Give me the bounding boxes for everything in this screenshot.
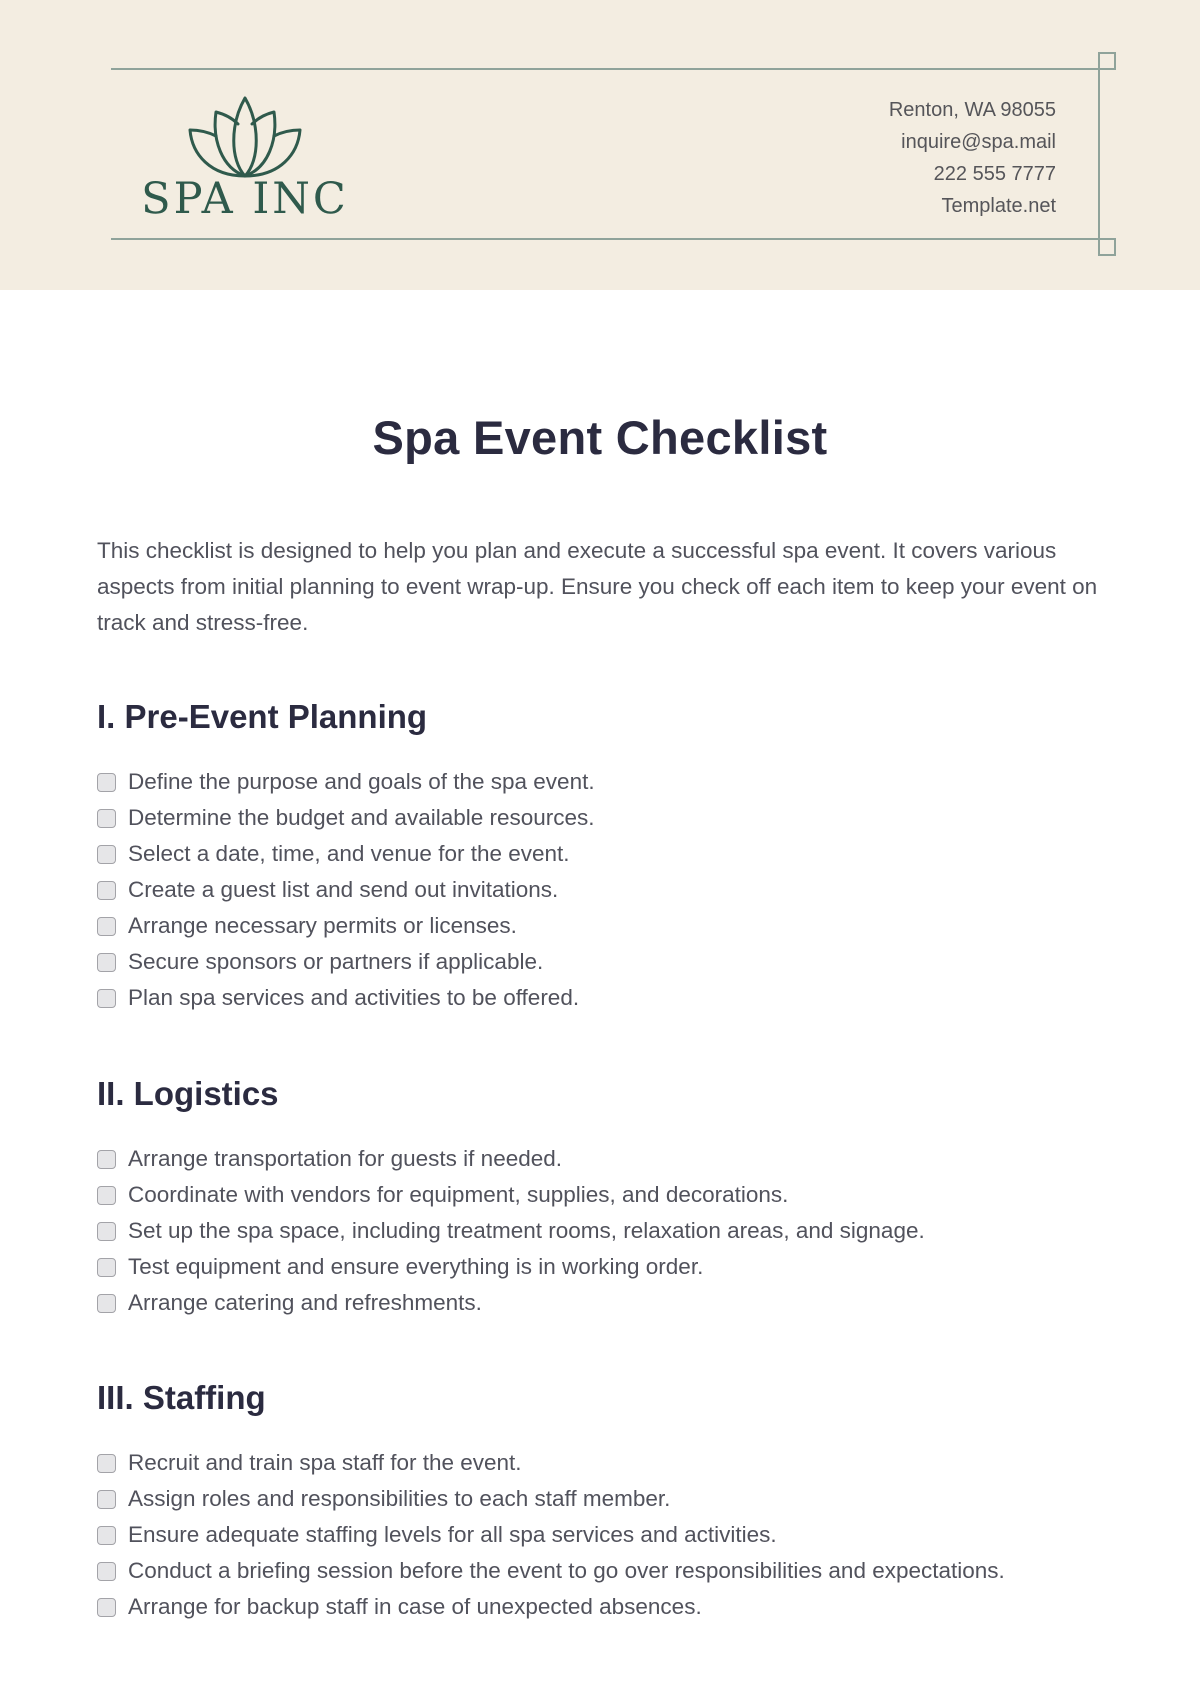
checkbox[interactable] [97,988,116,1008]
checklist: Arrange transportation for guests if nee… [97,1141,1103,1321]
section-logistics: II. Logistics Arrange transportation for… [97,1074,1103,1321]
checklist-item: Ensure adequate staffing levels for all … [97,1517,1103,1553]
checklist-item-label: Determine the budget and available resou… [128,805,595,830]
section-heading: III. Staffing [97,1379,266,1416]
checkbox[interactable] [97,1149,116,1169]
checklist-item: Arrange catering and refreshments. [97,1285,1103,1321]
corner-square-top [1098,52,1116,70]
company-logo: SPA INC [140,92,350,222]
checklist-item-label: Define the purpose and goals of the spa … [128,769,595,794]
checkbox[interactable] [97,1489,116,1509]
checklist: Define the purpose and goals of the spa … [97,764,1103,1016]
checklist-item-label: Arrange transportation for guests if nee… [128,1146,563,1171]
checkbox[interactable] [97,1453,116,1473]
checklist-item-label: Create a guest list and send out invitat… [128,877,559,902]
checkbox[interactable] [97,880,116,900]
checkbox[interactable] [97,1525,116,1545]
checklist-item-label: Plan spa services and activities to be o… [128,985,580,1010]
section-staffing: III. Staffing Recruit and train spa staf… [97,1378,1103,1625]
checklist-item: Create a guest list and send out invitat… [97,872,1103,908]
checklist-item: Determine the budget and available resou… [97,800,1103,836]
contact-info: Renton, WA 98055 inquire@spa.mail 222 55… [889,94,1056,222]
checkbox[interactable] [97,844,116,864]
checklist-item-label: Recruit and train spa staff for the even… [128,1450,522,1475]
letterhead: SPA INC Renton, WA 98055 inquire@spa.mai… [0,0,1200,290]
section-heading: II. Logistics [97,1075,279,1112]
checkbox[interactable] [97,916,116,936]
checklist-item-label: Coordinate with vendors for equipment, s… [128,1182,789,1207]
intro-paragraph: This checklist is designed to help you p… [97,538,1098,635]
checklist-item: Select a date, time, and venue for the e… [97,836,1103,872]
checklist-item: Arrange for backup staff in case of unex… [97,1589,1103,1625]
contact-website[interactable]: Template.net [889,190,1056,222]
checklist-item: Plan spa services and activities to be o… [97,980,1103,1016]
checklist-item-label: Arrange for backup staff in case of unex… [128,1594,702,1619]
contact-address: Renton, WA 98055 [888,99,1056,121]
checklist-item-label: Arrange necessary permits or licenses. [128,913,517,938]
checkbox[interactable] [97,1597,116,1617]
checkbox[interactable] [97,1257,116,1277]
section-heading: I. Pre-Event Planning [97,698,428,735]
checklist-item: Conduct a briefing session before the ev… [97,1553,1103,1589]
checklist-item-label: Conduct a briefing session before the ev… [128,1558,1005,1583]
corner-square-bottom [1098,238,1116,256]
header-side-rule [1098,52,1100,255]
checklist-item: Define the purpose and goals of the spa … [97,764,1103,800]
company-name: SPA INC [141,174,349,224]
checklist-item: Recruit and train spa staff for the even… [97,1445,1103,1481]
header-top-rule [111,68,1098,70]
checklist-item: Arrange transportation for guests if nee… [97,1141,1103,1177]
checkbox[interactable] [97,1221,116,1241]
checklist-item-label: Arrange catering and refreshments. [128,1290,482,1315]
checkbox[interactable] [97,808,116,828]
section-pre-event-planning: I. Pre-Event Planning Define the purpose… [97,697,1103,1016]
checklist-item: Test equipment and ensure everything is … [97,1249,1103,1285]
contact-email[interactable]: inquire@spa.mail [889,126,1056,158]
checklist-item: Set up the spa space, including treatmen… [97,1213,1103,1249]
contact-phone: 222 555 7777 [933,163,1056,185]
checkbox[interactable] [97,1561,116,1581]
checklist-item: Assign roles and responsibilities to eac… [97,1481,1103,1517]
checklist-item: Secure sponsors or partners if applicabl… [97,944,1103,980]
checkbox[interactable] [97,1185,116,1205]
checkbox[interactable] [97,1293,116,1313]
checklist-item-label: Assign roles and responsibilities to eac… [128,1486,671,1511]
checklist-item-label: Secure sponsors or partners if applicabl… [128,949,544,974]
checklist: Recruit and train spa staff for the even… [97,1445,1103,1625]
checkbox[interactable] [97,772,116,792]
checklist-item: Arrange necessary permits or licenses. [97,908,1103,944]
lotus-icon [188,96,302,178]
checkbox[interactable] [97,952,116,972]
header-bottom-rule [111,238,1098,240]
checklist-item-label: Ensure adequate staffing levels for all … [128,1522,777,1547]
checklist-item-label: Select a date, time, and venue for the e… [128,841,570,866]
checklist-item: Coordinate with vendors for equipment, s… [97,1177,1103,1213]
checklist-item-label: Test equipment and ensure everything is … [128,1254,704,1279]
page-title: Spa Event Checklist [372,411,828,464]
checklist-item-label: Set up the spa space, including treatmen… [128,1218,925,1243]
